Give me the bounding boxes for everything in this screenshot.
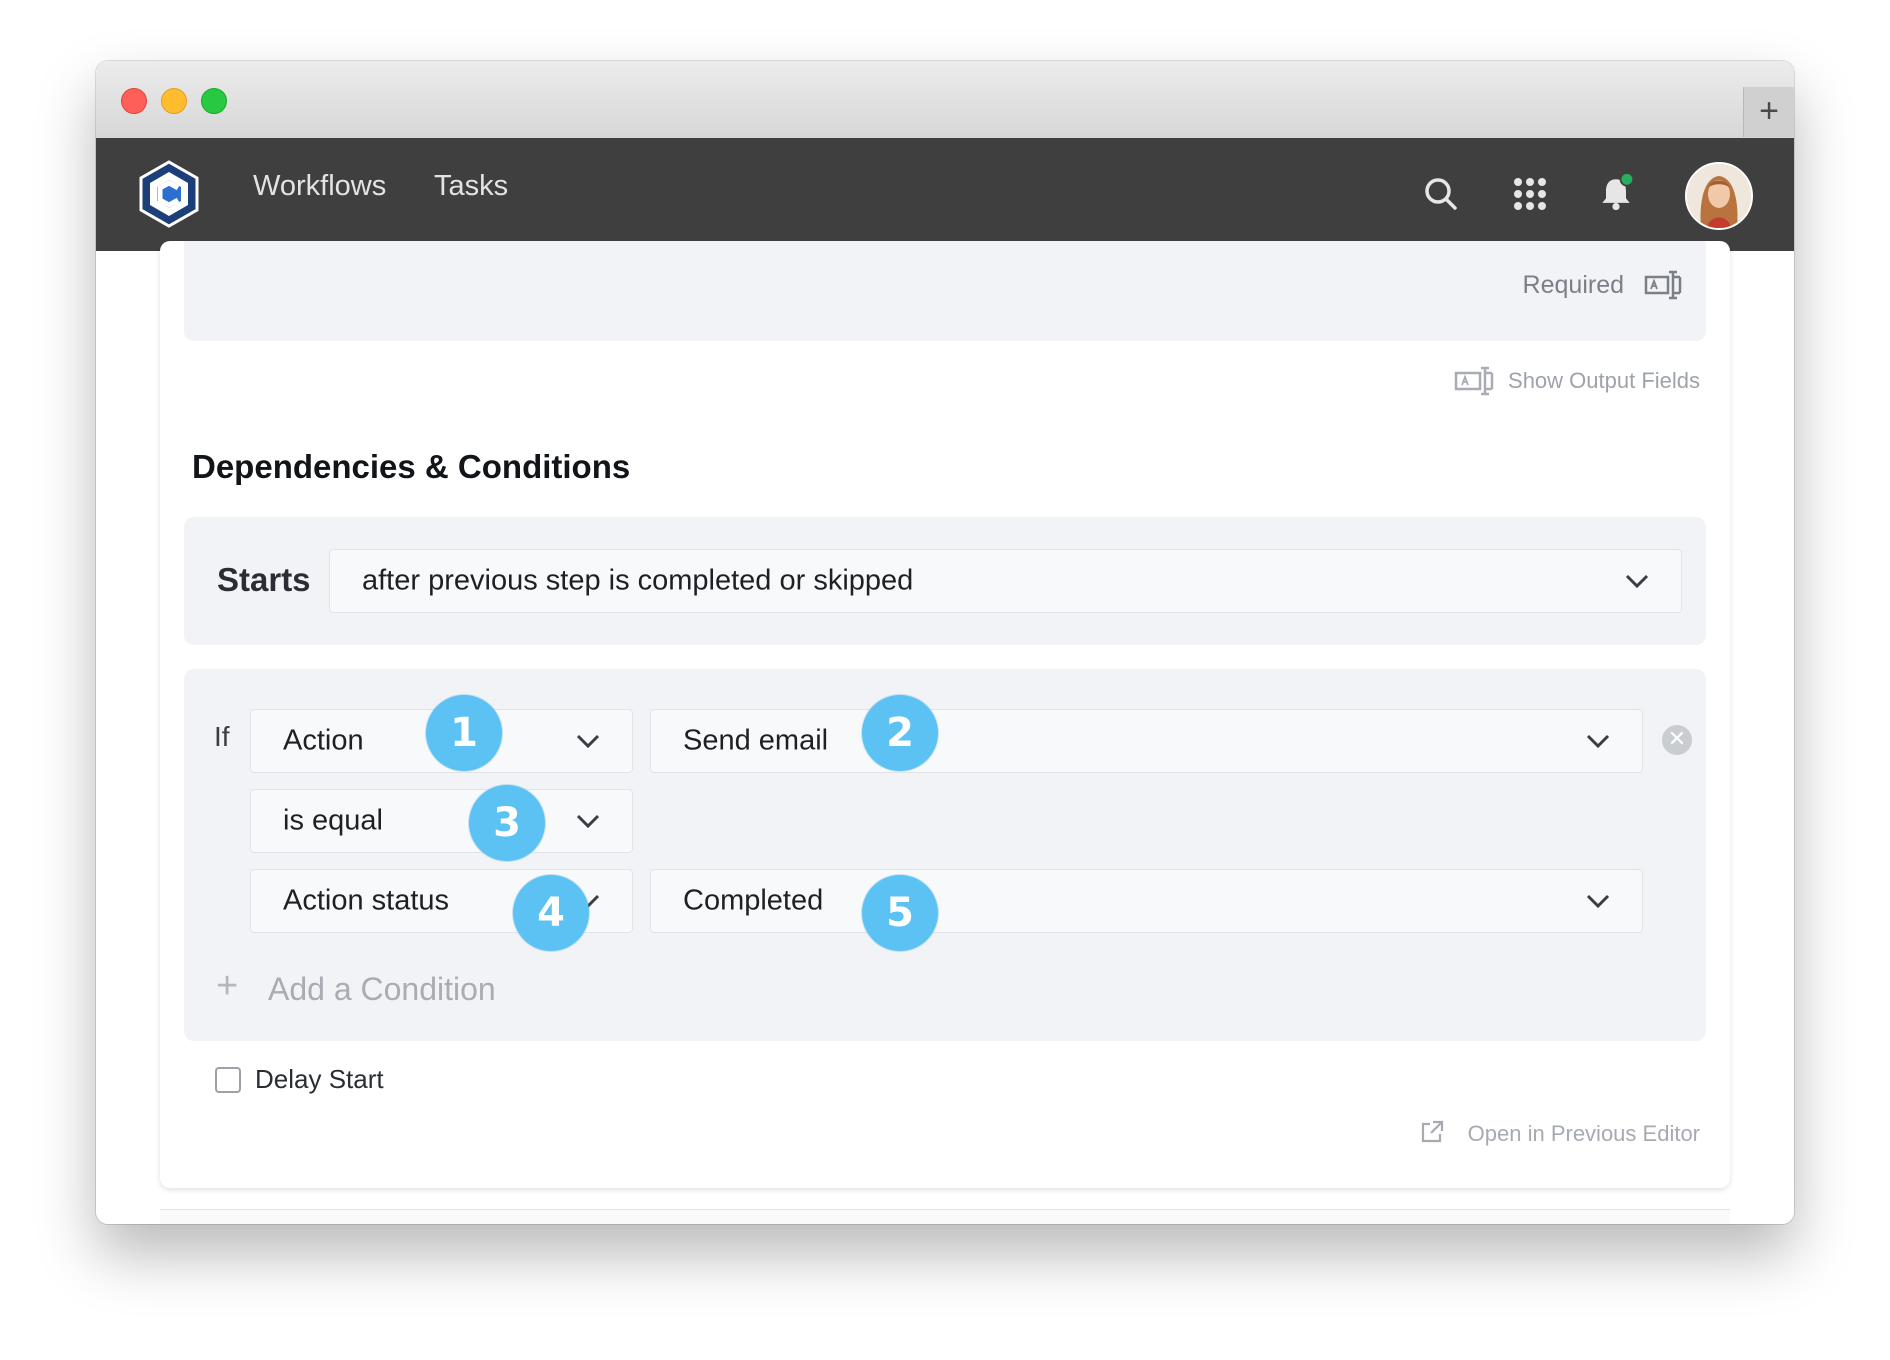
starts-value: after previous step is completed or skip… <box>362 564 914 597</box>
starts-panel: Starts after previous step is completed … <box>184 517 1706 645</box>
nav-tasks-link[interactable]: Tasks <box>434 170 508 203</box>
main-content: Required Show Output Fields Dependencies… <box>96 241 1794 1224</box>
chevron-down-icon <box>1586 734 1610 748</box>
delay-start-checkbox[interactable] <box>215 1067 241 1093</box>
new-tab-button[interactable]: + <box>1743 87 1794 137</box>
minimize-window-button[interactable] <box>161 88 187 114</box>
close-window-button[interactable] <box>121 88 147 114</box>
annotation-badge-2: 2 <box>862 695 938 771</box>
required-label: Required <box>1522 271 1624 299</box>
condition-operator-select[interactable]: is equal <box>250 789 633 853</box>
bell-icon[interactable] <box>1596 172 1636 212</box>
plus-icon: + <box>216 965 239 1007</box>
starts-label: Starts <box>217 561 311 598</box>
form-field-icon[interactable] <box>1644 269 1682 301</box>
if-label: If <box>214 721 230 752</box>
condition-attribute-value: Action status <box>283 884 450 917</box>
zoom-window-button[interactable] <box>201 88 227 114</box>
remove-condition-button[interactable]: ✕ <box>1662 725 1692 755</box>
browser-window: + Workflows Tasks Required Show Output F… <box>96 61 1794 1224</box>
condition-field-value: Action <box>283 724 364 757</box>
window-titlebar: + <box>96 61 1794 139</box>
nav-workflows-link[interactable]: Workflows <box>253 170 386 203</box>
condition-field-value-select[interactable]: Send email <box>650 709 1643 773</box>
conditions-panel: If Action Send email ✕ is equal Action s… <box>184 669 1706 1041</box>
condition-operator-value: is equal <box>283 804 383 837</box>
step-card: Required Show Output Fields Dependencies… <box>160 241 1730 1188</box>
avatar[interactable] <box>1685 162 1753 230</box>
open-previous-editor-link[interactable]: Open in Previous Editor <box>1468 1121 1700 1147</box>
delay-start-label[interactable]: Delay Start <box>255 1064 384 1095</box>
show-output-fields-link[interactable]: Show Output Fields <box>1508 368 1700 394</box>
chevron-down-icon <box>576 734 600 748</box>
annotation-badge-4: 4 <box>513 875 589 951</box>
annotation-badge-5: 5 <box>862 875 938 951</box>
condition-attribute-value-text: Completed <box>683 884 824 917</box>
top-navbar: Workflows Tasks <box>96 138 1794 251</box>
section-title: Dependencies & Conditions <box>192 448 631 485</box>
condition-attribute-value-select[interactable]: Completed <box>650 869 1643 933</box>
next-card-edge <box>160 1209 1730 1224</box>
output-fields-icon[interactable] <box>1454 365 1494 397</box>
add-condition-label: Add a Condition <box>268 971 496 1007</box>
annotation-badge-1: 1 <box>426 695 502 771</box>
chevron-down-icon <box>576 814 600 828</box>
apps-grid-icon[interactable] <box>1510 174 1550 214</box>
condition-field-value-text: Send email <box>683 724 829 757</box>
annotation-badge-3: 3 <box>469 785 545 861</box>
chevron-down-icon <box>1586 894 1610 908</box>
search-icon[interactable] <box>1421 174 1461 214</box>
chevron-down-icon <box>1625 574 1649 588</box>
starts-select[interactable]: after previous step is completed or skip… <box>329 549 1682 613</box>
required-panel: Required <box>184 241 1706 341</box>
app-logo[interactable] <box>134 159 204 229</box>
external-link-icon[interactable] <box>1419 1119 1445 1145</box>
notification-dot <box>1619 172 1635 187</box>
